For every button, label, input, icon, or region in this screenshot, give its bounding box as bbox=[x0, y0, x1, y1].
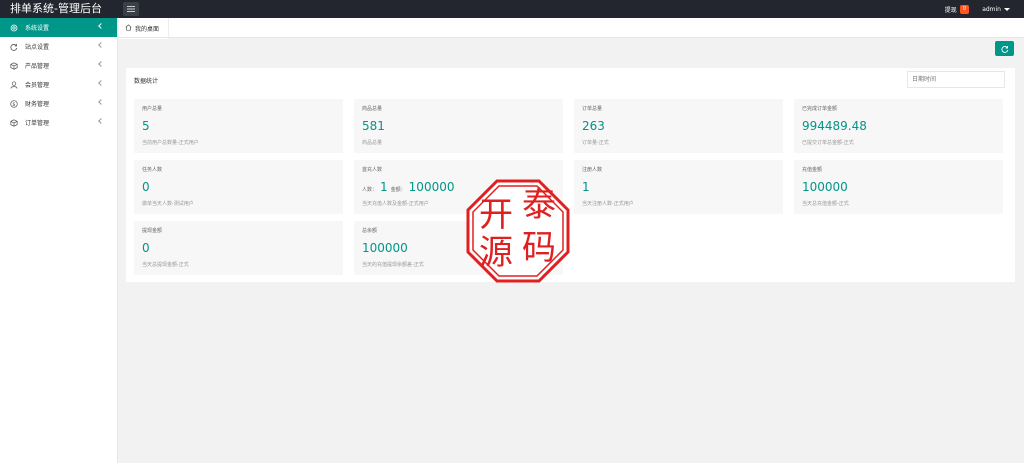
stat-value: 263 bbox=[582, 119, 605, 133]
sidebar-item-site-settings[interactable]: 站点设置 bbox=[0, 37, 117, 56]
withdraw-label: 提现 bbox=[944, 6, 957, 14]
sidebar-item-label: 系统设置 bbox=[25, 25, 50, 32]
sidebar-item-finance[interactable]: $ 财务管理 bbox=[0, 94, 117, 113]
stat-label: 提现金额 bbox=[142, 228, 163, 234]
stat-amount-value: 100000 bbox=[408, 180, 455, 194]
refresh-icon bbox=[1000, 45, 1008, 53]
user-menu[interactable]: admin bbox=[982, 0, 1010, 18]
sidebar-item-label: 会员管理 bbox=[25, 82, 50, 89]
sidebar-item-label: 站点设置 bbox=[25, 44, 50, 51]
withdraw-notification[interactable]: 提现 0 bbox=[945, 0, 969, 18]
stat-description: 当天注册人数-正式用户 bbox=[582, 201, 634, 207]
stat-card-withdraw-amount: 提现金额 0 当天总提现金额-正式 bbox=[134, 221, 343, 275]
dollar-icon: $ bbox=[10, 99, 18, 108]
menu-toggle-button[interactable] bbox=[123, 2, 139, 16]
stat-value: 5 bbox=[142, 119, 150, 133]
stat-description: 当天总充值金额-正式 bbox=[802, 201, 849, 207]
stat-card-completed-amount: 已完成订单金额 994489.48 已提交订单总金额-正式 bbox=[794, 99, 1003, 153]
tab-label: 我的桌面 bbox=[135, 25, 160, 33]
sidebar-item-system-settings[interactable]: 系统设置 bbox=[0, 18, 117, 37]
sidebar-item-members[interactable]: 会员管理 bbox=[0, 75, 117, 94]
chevron-left-icon bbox=[98, 80, 104, 86]
stat-count-value: 1 bbox=[380, 180, 388, 194]
stat-description: 商品总量 bbox=[362, 140, 383, 146]
sidebar-item-label: 财务管理 bbox=[25, 101, 50, 108]
stat-card-task-users: 任务人数 0 做单当天人数-测试用户 bbox=[134, 160, 343, 214]
sidebar: 系统设置 站点设置 产品管理 会员管理 $ 财务管理 订单管理 bbox=[0, 18, 118, 463]
watermark-seal: 开 泰 源 码 bbox=[466, 179, 570, 283]
stat-label: 商品总量 bbox=[362, 106, 383, 112]
stat-card-product-total: 商品总量 581 商品总量 bbox=[354, 99, 563, 153]
refresh-icon bbox=[10, 43, 18, 51]
stat-label: 注册人数 bbox=[582, 167, 603, 173]
date-time-input[interactable] bbox=[907, 71, 1005, 88]
svg-text:码: 码 bbox=[522, 228, 556, 268]
withdraw-count-badge: 0 bbox=[959, 4, 969, 14]
chevron-left-icon bbox=[98, 61, 104, 67]
stat-value: 994489.48 bbox=[802, 119, 867, 133]
stat-description: 已提交订单总金额-正式 bbox=[802, 140, 854, 146]
stat-value: 0 bbox=[142, 241, 150, 255]
app-title: 排单系统-管理后台 bbox=[10, 2, 102, 15]
tab-bar: 我的桌面 bbox=[119, 18, 1024, 39]
chevron-left-icon bbox=[98, 42, 104, 48]
chevron-left-icon bbox=[98, 118, 104, 124]
stat-card-order-total: 订单总量 263 订单量-正式 bbox=[574, 99, 783, 153]
panel-title: 数据统计 bbox=[134, 78, 159, 85]
caret-down-icon bbox=[1004, 7, 1010, 11]
user-icon bbox=[10, 80, 18, 89]
stat-card-recharge-amount: 充值金额 100000 当天总充值金额-正式 bbox=[794, 160, 1003, 214]
top-header: 排单系统-管理后台 提现 0 admin bbox=[0, 0, 1024, 18]
stat-description: 当天总提现金额-正式 bbox=[142, 262, 189, 268]
svg-text:开: 开 bbox=[479, 195, 513, 235]
sidebar-item-label: 订单管理 bbox=[25, 120, 50, 127]
sidebar-item-products[interactable]: 产品管理 bbox=[0, 56, 117, 75]
stat-card-user-total: 用户总量 5 当前用户总数量-正式用户 bbox=[134, 99, 343, 153]
gear-icon bbox=[10, 24, 18, 32]
box-icon bbox=[10, 118, 18, 127]
stat-description: 订单量-正式 bbox=[582, 140, 609, 146]
stat-label: 总余额 bbox=[362, 228, 378, 234]
refresh-button[interactable] bbox=[995, 41, 1014, 56]
chevron-left-icon bbox=[98, 23, 104, 29]
chevron-left-icon bbox=[98, 99, 104, 105]
stat-description: 做单当天人数-测试用户 bbox=[142, 201, 194, 207]
stats-panel: 数据统计 用户总量 5 当前用户总数量-正式用户 商品总量 581 商品总量 订… bbox=[126, 68, 1015, 282]
home-icon bbox=[125, 23, 132, 33]
stat-label: 充值金额 bbox=[802, 167, 823, 173]
stat-value: 0 bbox=[142, 180, 150, 194]
stat-label: 订单总量 bbox=[582, 106, 603, 112]
stat-value: 100000 bbox=[802, 180, 848, 194]
stat-description: 当天充值人数及金额-正式用户 bbox=[362, 201, 429, 207]
hamburger-icon bbox=[127, 6, 135, 12]
stat-value: 100000 bbox=[362, 241, 408, 255]
amount-label: 金额： bbox=[390, 187, 406, 193]
sidebar-item-label: 产品管理 bbox=[25, 63, 50, 70]
stat-label: 首充人数 bbox=[362, 167, 383, 173]
stat-label: 已完成订单金额 bbox=[802, 106, 838, 112]
count-label: 人数： bbox=[362, 187, 378, 193]
stat-description: 当前用户总数量-正式用户 bbox=[142, 140, 199, 146]
sidebar-item-orders[interactable]: 订单管理 bbox=[0, 113, 117, 132]
box-icon bbox=[10, 61, 18, 70]
username: admin bbox=[982, 5, 1001, 13]
stat-label: 任务人数 bbox=[142, 167, 163, 173]
stat-description: 当天的充值提现余额差-正式 bbox=[362, 262, 424, 268]
stat-value: 1 bbox=[582, 180, 590, 194]
toolbar bbox=[119, 39, 1024, 60]
stat-card-registrations: 注册人数 1 当天注册人数-正式用户 bbox=[574, 160, 783, 214]
stat-value-group: 人数： 1 金额： 100000 bbox=[362, 180, 454, 194]
stat-value: 581 bbox=[362, 119, 385, 133]
stat-label: 用户总量 bbox=[142, 106, 163, 112]
svg-text:泰: 泰 bbox=[522, 185, 556, 225]
tab-my-desktop[interactable]: 我的桌面 bbox=[119, 18, 169, 39]
svg-text:$: $ bbox=[12, 101, 15, 107]
svg-text:源: 源 bbox=[479, 233, 513, 273]
